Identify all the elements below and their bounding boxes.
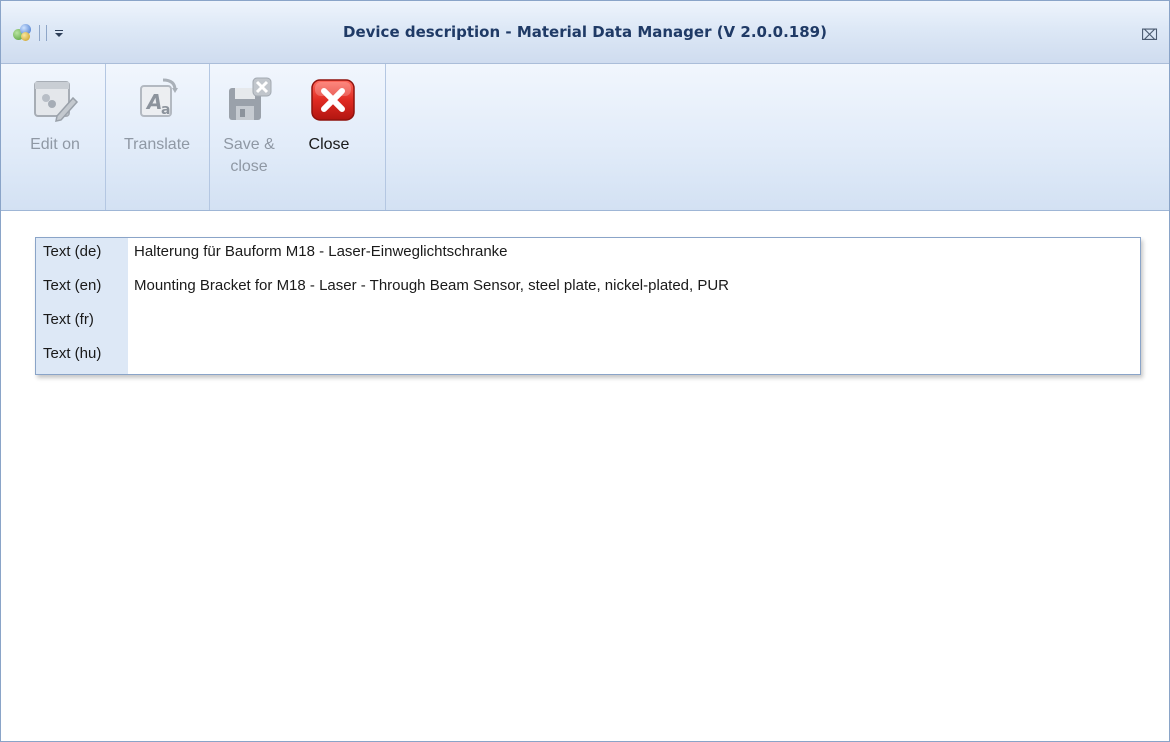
text-row-en: Text (en) Mounting Bracket for M18 - Las… <box>36 272 1140 304</box>
text-row-de: Text (de) Halterung für Bauform M18 - La… <box>36 238 1140 270</box>
title-bar: Device description - Material Data Manag… <box>1 1 1169 64</box>
text-en-value[interactable]: Mounting Bracket for M18 - Laser - Throu… <box>134 276 729 296</box>
edit-on-label: Edit on <box>30 136 80 153</box>
svg-text:A: A <box>145 90 162 114</box>
edit-document-icon <box>34 81 79 122</box>
text-row-fr: Text (fr) <box>36 306 1140 338</box>
text-de-value[interactable]: Halterung für Bauform M18 - Laser-Einweg… <box>134 242 508 262</box>
ribbon-group-translate: A a Translate <box>105 64 210 210</box>
close-red-x-icon <box>311 79 355 121</box>
close-button[interactable]: Close <box>293 64 385 210</box>
window-close-icon[interactable]: ⌧ <box>1141 27 1158 43</box>
content-area: Text (de) Halterung für Bauform M18 - La… <box>1 211 1169 741</box>
window-title: Device description - Material Data Manag… <box>343 23 827 41</box>
text-de-label: Text (de) <box>43 243 102 260</box>
save-close-label: Save & close <box>223 136 275 175</box>
app-window: Device description - Material Data Manag… <box>0 0 1170 742</box>
edit-on-button[interactable]: Edit on <box>9 64 101 210</box>
ribbon-toolbar: Edit on A a Translate Save & close Close <box>1 64 1169 211</box>
translate-icon: A a <box>140 78 178 118</box>
text-row-hu: Text (hu) <box>36 340 1140 372</box>
text-en-label: Text (en) <box>43 277 102 294</box>
translate-button[interactable]: A a Translate <box>111 64 203 210</box>
translate-label: Translate <box>123 136 191 153</box>
description-text-grid: Text (de) Halterung für Bauform M18 - La… <box>35 237 1141 375</box>
ribbon-group-edit: Edit on <box>1 64 106 210</box>
save-close-icon <box>229 77 272 120</box>
ribbon-group-close: Save & close Close <box>209 64 386 210</box>
text-hu-label: Text (hu) <box>43 345 102 362</box>
save-close-button[interactable]: Save & close <box>209 64 289 210</box>
text-fr-label: Text (fr) <box>43 311 94 328</box>
close-label: Close <box>308 136 350 153</box>
svg-text:a: a <box>161 102 170 118</box>
